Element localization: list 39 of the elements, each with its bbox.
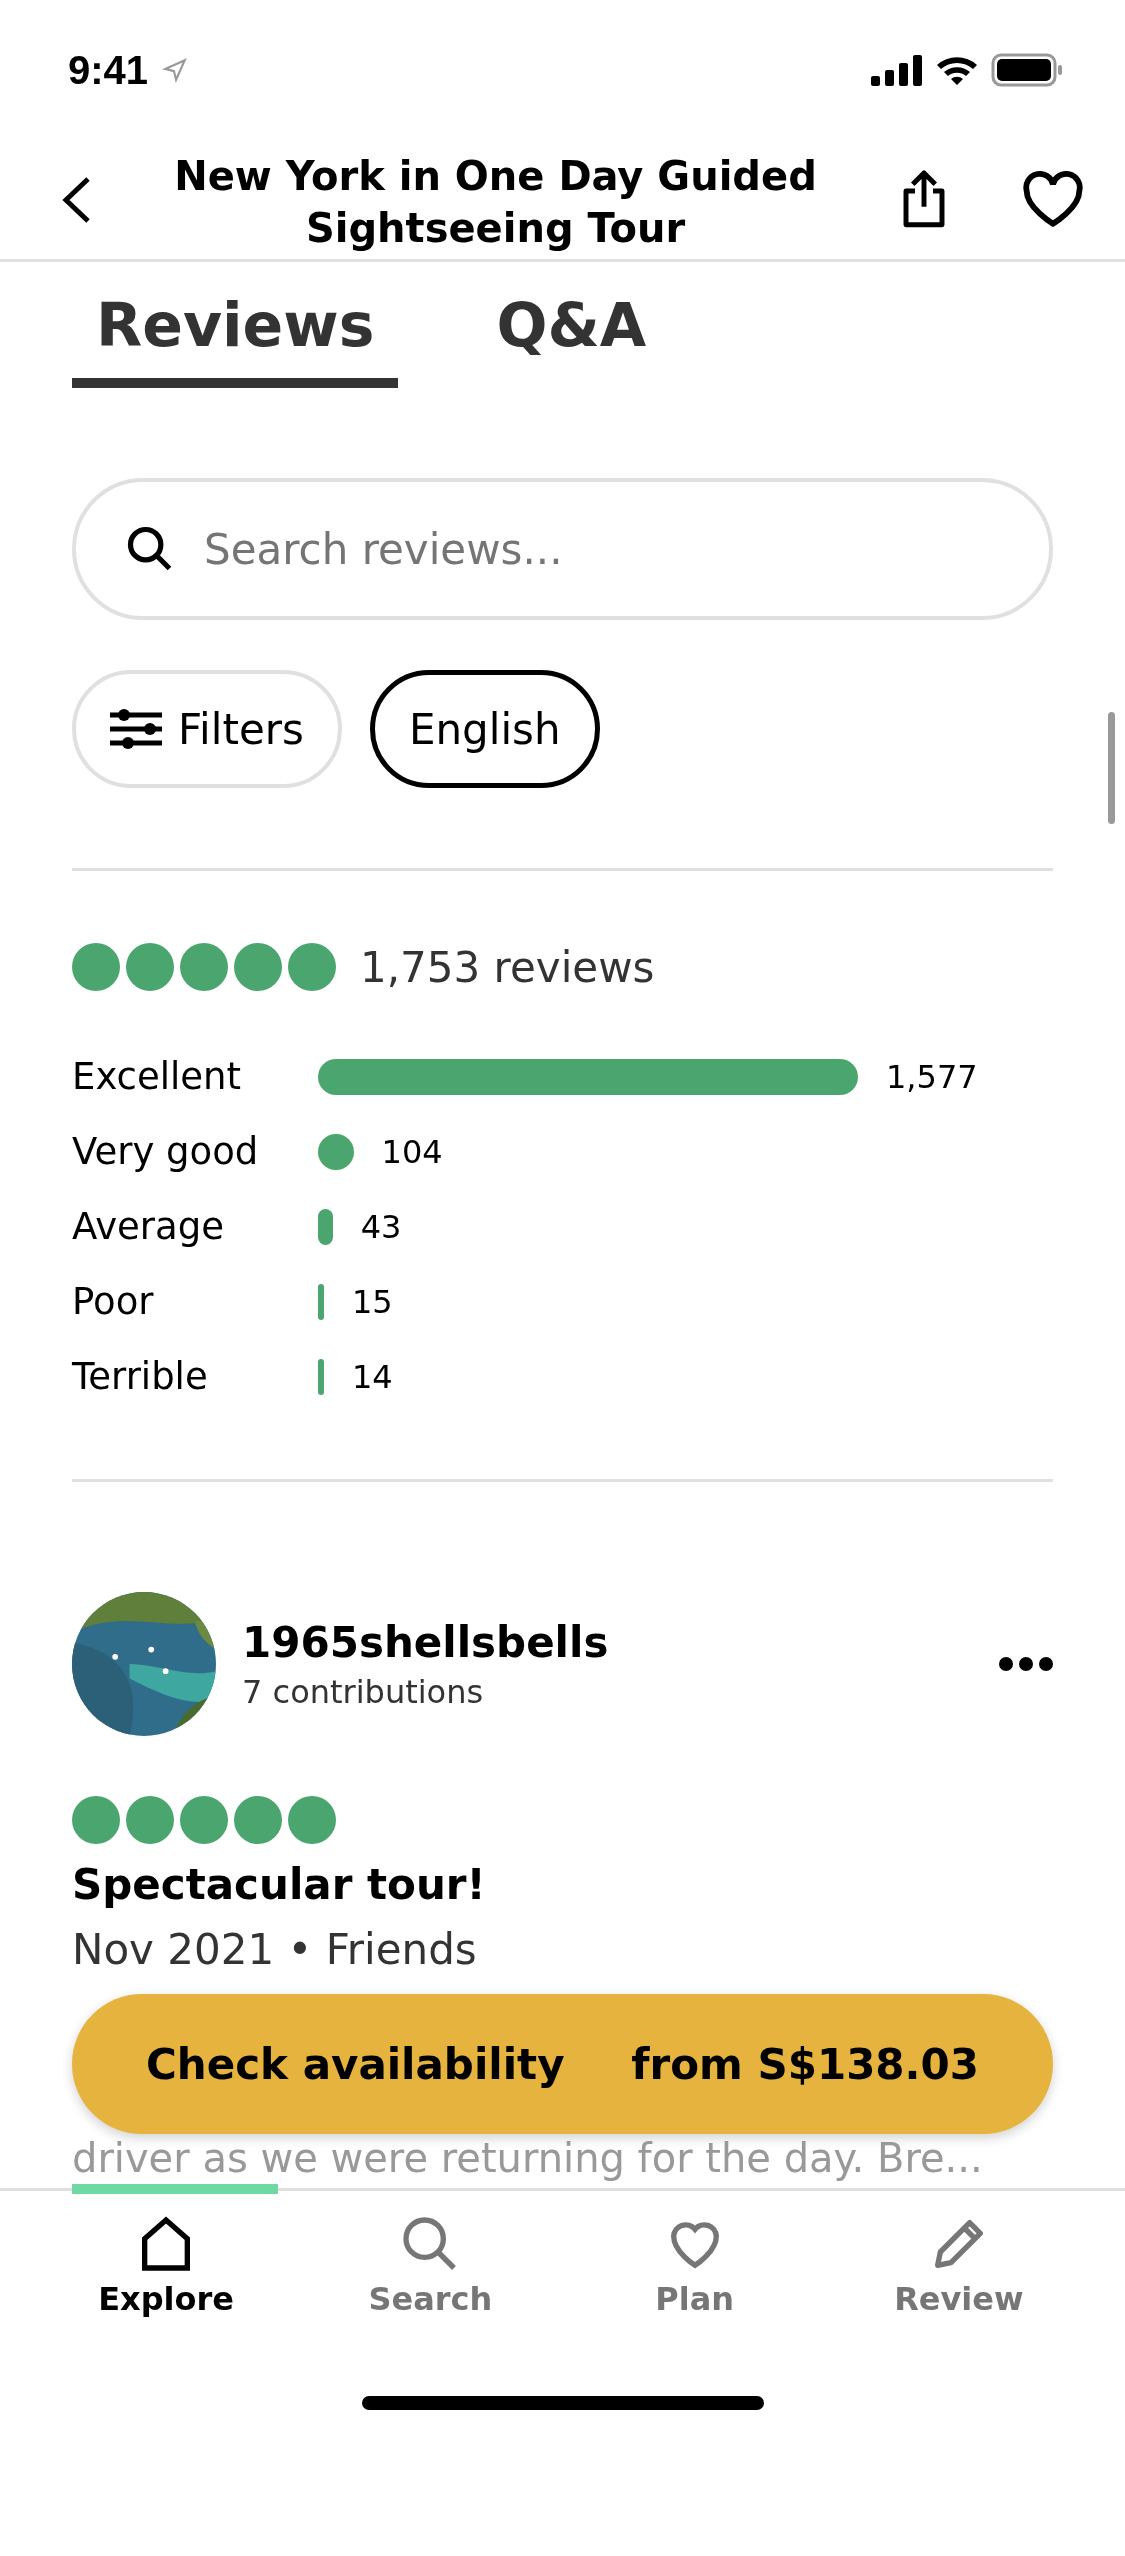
rating-bar <box>318 1283 324 1320</box>
rating-label: Excellent <box>72 1055 242 1098</box>
wifi-icon <box>935 54 979 86</box>
rating-count: 15 <box>352 1283 393 1320</box>
nav-tab[interactable]: Review <box>826 2211 1091 2319</box>
filters-button[interactable]: Filters <box>72 670 342 788</box>
nav-tab[interactable]: Plan <box>562 2211 827 2319</box>
signal-icon <box>871 54 923 86</box>
rating-bar <box>318 1133 354 1170</box>
rating-label: Very good <box>72 1130 260 1173</box>
contribution-count: 7 contributions <box>242 1672 485 1711</box>
rating-count: 43 <box>360 1208 402 1245</box>
rating-label: Average <box>72 1205 225 1248</box>
more-icon[interactable] <box>999 1657 1053 1671</box>
clock-time: 9:41 <box>68 47 149 93</box>
reviewer-name[interactable]: 1965shellsbells <box>242 1617 973 1667</box>
search-field[interactable]: Search reviews... <box>72 478 1053 620</box>
heart-icon[interactable] <box>1021 170 1085 229</box>
rating-count: 1,577 <box>886 1058 978 1095</box>
location-arrow-icon <box>162 57 189 83</box>
review-count: 1,753 reviews <box>360 943 655 992</box>
review-date: Nov 2021 • Friends <box>72 1925 478 1974</box>
page-title: New York in One Day Guided Sightseeing Tour <box>173 151 818 253</box>
language-chip[interactable]: English <box>369 670 600 788</box>
check-availability-button[interactable]: Check availability from S$138.03 <box>72 1994 1053 2134</box>
rating-label: Terrible <box>72 1355 209 1398</box>
rating-bar <box>318 1358 324 1395</box>
battery-icon <box>991 53 1063 87</box>
nav-tab[interactable]: Explore <box>34 2211 299 2319</box>
rating-count: 14 <box>352 1358 393 1395</box>
review-title: Spectacular tour! <box>72 1860 487 1909</box>
nav-tab[interactable]: Search <box>298 2211 563 2319</box>
rating-label: Poor <box>72 1280 155 1323</box>
sliders-icon <box>110 709 162 749</box>
review-text: driver as we were returning for the day. Bre... <box>72 2134 984 2182</box>
tab[interactable]: Reviews <box>72 290 399 388</box>
rating-count: 104 <box>381 1133 443 1170</box>
rating-bar <box>318 1208 333 1245</box>
tab[interactable]: Q&A <box>472 290 671 388</box>
